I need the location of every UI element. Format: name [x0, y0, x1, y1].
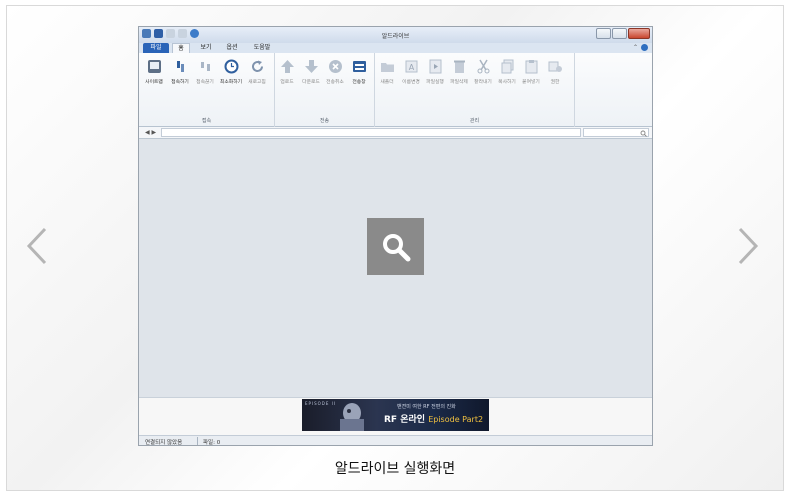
- forward-arrow-icon[interactable]: ▶: [152, 129, 157, 136]
- rename-button[interactable]: A 이름변경: [399, 59, 423, 85]
- minimize-clock-icon: [224, 59, 238, 74]
- group-label-connect: 접속: [201, 118, 212, 124]
- cut-button[interactable]: 잘라내기: [471, 59, 495, 85]
- tab-file[interactable]: 파일: [143, 43, 169, 53]
- svg-text:A: A: [408, 63, 414, 72]
- group-label-transfer: 전송: [319, 118, 330, 124]
- tab-view[interactable]: 보기: [196, 43, 216, 53]
- search-input[interactable]: [583, 128, 649, 137]
- ribbon-group-transfer: 업로드 다운로드 전송취소 전송창 전송: [275, 53, 375, 127]
- copy-icon: [501, 59, 513, 74]
- ad-bar: EPISODE II 밴젼미 여한 RF 전편의 진화 RF 온라인 Episo…: [139, 397, 652, 435]
- banner-episode: Episode Part2: [428, 415, 484, 424]
- window-title: 알드라이브: [381, 33, 410, 40]
- connect-button[interactable]: 접속하기: [168, 59, 192, 85]
- delete-file-icon: [453, 60, 465, 73]
- transfer-window-button[interactable]: 전송창: [347, 59, 371, 85]
- game-character-image: [340, 403, 364, 431]
- file-list-area[interactable]: [139, 139, 652, 397]
- run-file-button[interactable]: 파일실행: [423, 59, 447, 85]
- connection-status: 연결되지 않았음: [145, 440, 183, 446]
- collapse-ribbon-icon[interactable]: ⌃: [633, 44, 638, 51]
- path-input[interactable]: [161, 128, 581, 137]
- next-arrow-icon[interactable]: [733, 226, 763, 266]
- previous-arrow-icon[interactable]: [22, 226, 52, 266]
- group-label-manage: 관리: [469, 118, 480, 124]
- copy-button[interactable]: 복사하기: [495, 59, 519, 85]
- file-count: 파일: 0: [203, 440, 221, 446]
- cut-icon: [477, 59, 489, 74]
- new-folder-icon: [380, 63, 394, 72]
- back-arrow-icon[interactable]: ◀: [145, 129, 150, 136]
- run-file-icon: [429, 59, 441, 74]
- title-bar: 알드라이브: [139, 27, 652, 43]
- permission-icon: [548, 61, 562, 72]
- tab-options[interactable]: 옵션: [222, 43, 242, 53]
- address-bar: ◀ ▶: [139, 127, 652, 139]
- disconnect-icon: [200, 62, 210, 71]
- transfer-window-icon: [352, 61, 366, 72]
- app-window: 알드라이브 파일 홈 보기 옵션 도움말 ⌃ 사이트맵 접속하기 접속끊기 최소…: [138, 26, 653, 446]
- upload-button[interactable]: 업로드: [275, 59, 299, 85]
- paste-icon: [525, 60, 537, 74]
- minimize-button[interactable]: [596, 28, 611, 39]
- zoom-button[interactable]: [367, 218, 424, 275]
- maximize-button[interactable]: [612, 28, 627, 39]
- image-caption: 알드라이브 실행화면: [334, 461, 456, 477]
- ad-banner[interactable]: EPISODE II 밴젼미 여한 RF 전편의 진화 RF 온라인 Episo…: [302, 399, 489, 431]
- banner-game-name: RF 온라인: [384, 415, 426, 425]
- refresh-button[interactable]: 새로고침: [245, 59, 269, 85]
- cancel-transfer-button[interactable]: 전송취소: [323, 59, 347, 85]
- refresh-icon: [251, 60, 263, 73]
- paste-button[interactable]: 붙여넣기: [519, 59, 543, 85]
- cancel-transfer-icon: [328, 60, 342, 73]
- download-button[interactable]: 다운로드: [299, 59, 323, 85]
- connect-icon: [176, 61, 184, 72]
- ribbon-tabs: 파일 홈 보기 옵션 도움말 ⌃: [139, 43, 652, 53]
- ribbon-group-connect: 사이트맵 접속하기 접속끊기 최소화하기 새로고침 접속: [139, 53, 275, 127]
- ribbon: 사이트맵 접속하기 접속끊기 최소화하기 새로고침 접속 업로드 다운로드 전송…: [139, 53, 652, 127]
- tab-help[interactable]: 도움말: [249, 43, 275, 53]
- search-icon[interactable]: [640, 130, 647, 137]
- new-folder-button[interactable]: 새폴더: [375, 59, 399, 85]
- status-divider: [197, 437, 198, 445]
- sitemap-icon: [147, 60, 161, 73]
- upload-icon: [280, 60, 294, 73]
- disconnect-button[interactable]: 접속끊기: [193, 59, 217, 85]
- status-bar: 연결되지 않았음 파일: 0: [139, 435, 652, 446]
- banner-title: RF 온라인 Episode Part2: [384, 412, 483, 425]
- permission-button[interactable]: 권한: [543, 59, 567, 85]
- ribbon-group-manage: 새폴더 A 이름변경 파일실행 파일삭제 잘라내기 복사하기 붙여넣기 권한 관…: [375, 53, 575, 127]
- close-button[interactable]: [628, 28, 650, 39]
- delete-file-button[interactable]: 파일삭제: [447, 59, 471, 85]
- banner-tagline: 밴젼미 여한 RF 전편의 진화: [397, 404, 456, 410]
- minimize-clock-button[interactable]: 최소화하기: [219, 59, 243, 85]
- sitemap-button[interactable]: 사이트맵: [142, 59, 166, 85]
- help-icon[interactable]: [641, 44, 648, 51]
- download-icon: [304, 60, 318, 73]
- tab-home[interactable]: 홈: [172, 43, 190, 53]
- rename-icon: A: [405, 60, 417, 73]
- magnifier-icon: [382, 233, 410, 261]
